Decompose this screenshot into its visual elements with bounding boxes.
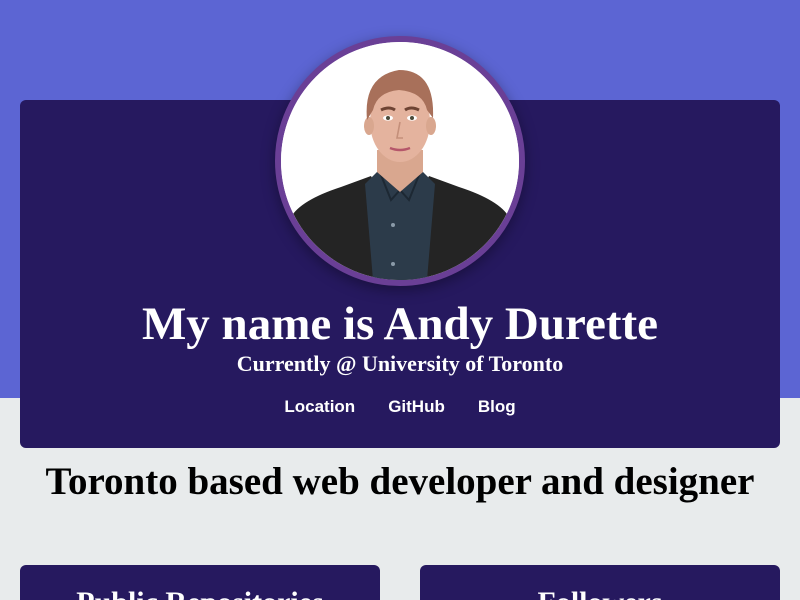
- profile-links: Location GitHub Blog: [20, 395, 780, 419]
- avatar-illustration: [281, 42, 519, 280]
- public-repositories-card: Public Repositories: [20, 565, 380, 600]
- tagline: Toronto based web developer and designer: [45, 460, 755, 503]
- location-link[interactable]: Location: [284, 395, 355, 419]
- followers-title: Followers: [420, 585, 780, 600]
- public-repositories-title: Public Repositories: [20, 585, 380, 600]
- github-link[interactable]: GitHub: [388, 395, 445, 419]
- profile-subtitle: Currently @ University of Toronto: [236, 351, 564, 376]
- avatar: [275, 36, 525, 286]
- blog-link[interactable]: Blog: [478, 395, 516, 419]
- followers-card: Followers: [420, 565, 780, 600]
- profile-name: My name is Andy Durette: [141, 298, 659, 350]
